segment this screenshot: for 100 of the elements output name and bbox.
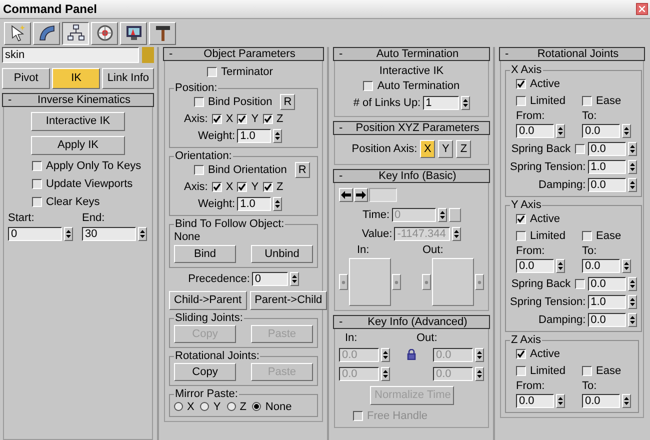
option-checkbox[interactable]: Clear Keys	[32, 196, 100, 208]
weight-field[interactable]: 1.0	[237, 129, 272, 143]
key-number-field[interactable]	[369, 188, 397, 202]
axis-checkbox[interactable]: Y	[237, 113, 259, 125]
ik-button[interactable]: Interactive IK	[31, 112, 125, 130]
next-key-button[interactable]	[354, 188, 368, 202]
tangent-arrow-button[interactable]	[392, 274, 401, 290]
bind-button[interactable]: Bind	[174, 245, 236, 263]
spring-back-field[interactable]: 0.0	[588, 276, 626, 290]
mirror-radio[interactable]: None	[252, 400, 292, 412]
spinner-arrows[interactable]	[628, 294, 637, 308]
reset-button[interactable]: R	[294, 162, 310, 178]
active-checkbox[interactable]: Active	[516, 78, 560, 90]
damping-field[interactable]: 0.0	[588, 178, 626, 192]
rollout-header[interactable]: - Position XYZ Parameters	[333, 121, 490, 135]
rollout-header[interactable]: - Inverse Kinematics	[2, 93, 154, 107]
weight-field[interactable]: 1.0	[237, 197, 272, 211]
spinner-arrows[interactable]	[273, 197, 282, 211]
link-direction-button[interactable]: Child->Parent	[169, 290, 247, 310]
tangent-arrow-button[interactable]	[339, 274, 348, 290]
spinner-arrows[interactable]	[138, 227, 147, 241]
spinner-arrows[interactable]	[628, 142, 637, 156]
mode-button[interactable]: IK	[52, 68, 100, 88]
spinner-arrows[interactable]	[460, 96, 470, 110]
to-field[interactable]: 0.0	[582, 124, 620, 138]
spring-tension-field[interactable]: 1.0	[588, 160, 626, 174]
spinner-arrows[interactable]	[628, 160, 637, 174]
bind-checkbox[interactable]: Bind Position	[194, 96, 272, 108]
spinner-arrows[interactable]	[556, 394, 565, 408]
rollout-header[interactable]: - Object Parameters	[163, 47, 324, 61]
spinner-arrows[interactable]	[475, 366, 484, 380]
joint-button[interactable]: Copy	[174, 363, 236, 381]
from-field[interactable]: 0.0	[516, 259, 554, 273]
option-checkbox[interactable]: Update Viewports	[32, 178, 133, 190]
panel-tab[interactable]	[62, 22, 89, 44]
mode-button[interactable]: Pivot	[2, 68, 50, 88]
damping-field[interactable]: 0.0	[588, 312, 626, 326]
ease-checkbox[interactable]: Ease	[582, 230, 637, 242]
spinner-arrows[interactable]	[290, 272, 299, 286]
rollout-header[interactable]: - Auto Termination	[333, 47, 490, 61]
close-button[interactable]	[636, 3, 648, 15]
spring-back-checkbox[interactable]: Spring Back	[511, 278, 585, 290]
precedence-field[interactable]: 0	[252, 272, 288, 286]
rollout-header[interactable]: - Rotational Joints	[499, 47, 645, 61]
spring-back-field[interactable]: 0.0	[588, 142, 626, 156]
mirror-radio[interactable]: X	[174, 400, 194, 412]
rollout-header[interactable]: - Key Info (Advanced)	[333, 315, 490, 329]
spinner-arrows[interactable]	[64, 227, 73, 241]
spinner-arrows[interactable]	[622, 259, 631, 273]
spinner-arrows[interactable]	[452, 226, 462, 240]
mirror-radio[interactable]: Z	[226, 400, 246, 412]
key-time-button[interactable]	[448, 208, 461, 222]
spinner-arrows[interactable]	[628, 312, 637, 326]
mode-button[interactable]: Link Info	[102, 68, 154, 88]
spinner-arrows[interactable]	[438, 208, 447, 222]
spinner-arrows[interactable]	[628, 276, 637, 290]
active-checkbox[interactable]: Active	[516, 212, 560, 224]
reset-button[interactable]: R	[280, 94, 296, 110]
start-field[interactable]: 0	[8, 227, 62, 241]
spinner-arrows[interactable]	[381, 348, 390, 362]
to-field[interactable]: 0.0	[582, 259, 620, 273]
object-name-field[interactable]: skin	[2, 47, 139, 63]
auto-termination-checkbox[interactable]: Auto Termination	[363, 80, 460, 92]
ease-checkbox[interactable]: Ease	[582, 364, 634, 376]
axis-checkbox[interactable]: Y	[237, 181, 259, 193]
to-field[interactable]: 0.0	[582, 394, 620, 408]
from-field[interactable]: 0.0	[516, 124, 554, 138]
limited-checkbox[interactable]: Limited	[516, 364, 578, 376]
option-checkbox[interactable]: Apply Only To Keys	[32, 160, 142, 172]
spinner-arrows[interactable]	[381, 366, 390, 380]
axis-checkbox[interactable]: X	[212, 113, 234, 125]
limited-checkbox[interactable]: Limited	[516, 94, 578, 106]
tangent-arrow-button[interactable]	[475, 274, 484, 290]
axis-toggle[interactable]: X	[420, 140, 436, 158]
ease-checkbox[interactable]: Ease	[582, 94, 637, 106]
spinner-arrows[interactable]	[622, 124, 631, 138]
axis-checkbox[interactable]: Z	[262, 113, 284, 125]
links-up-field[interactable]: 1	[422, 96, 459, 110]
axis-toggle[interactable]: Y	[438, 140, 454, 158]
bind-checkbox[interactable]: Bind Orientation	[194, 164, 287, 176]
spinner-arrows[interactable]	[556, 259, 565, 273]
mirror-radio[interactable]: Y	[200, 400, 221, 412]
bind-button[interactable]: Unbind	[251, 245, 313, 263]
end-field[interactable]: 30	[82, 227, 136, 241]
from-field[interactable]: 0.0	[516, 394, 554, 408]
axis-checkbox[interactable]: X	[212, 181, 234, 193]
previous-key-button[interactable]	[339, 188, 353, 202]
tangent-arrow-button[interactable]	[422, 274, 431, 290]
color-swatch[interactable]	[142, 47, 154, 63]
rollout-header[interactable]: - Key Info (Basic)	[333, 169, 490, 183]
spinner-arrows[interactable]	[475, 348, 484, 362]
spinner-arrows[interactable]	[628, 178, 637, 192]
limited-checkbox[interactable]: Limited	[516, 230, 578, 242]
terminator-checkbox[interactable]: Terminator	[207, 66, 273, 78]
lock-icon[interactable]	[407, 349, 416, 360]
ik-button[interactable]: Apply IK	[31, 136, 125, 154]
active-checkbox[interactable]: Active	[516, 348, 560, 360]
spring-tension-field[interactable]: 1.0	[588, 294, 626, 308]
axis-toggle[interactable]: Z	[456, 140, 472, 158]
axis-checkbox[interactable]: Z	[262, 181, 284, 193]
